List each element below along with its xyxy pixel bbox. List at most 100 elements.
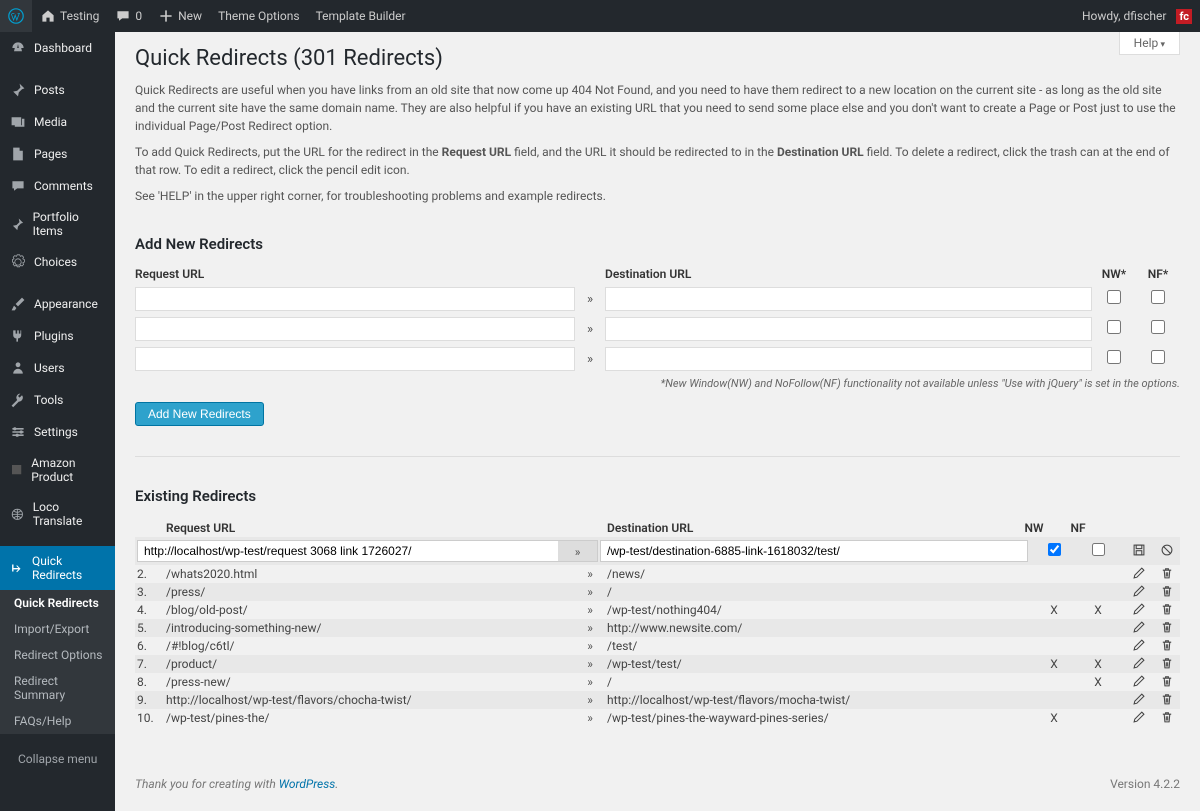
delete-icon[interactable] [1160, 710, 1174, 727]
row-nw: X [1032, 711, 1076, 725]
edit-icon[interactable] [1132, 620, 1146, 637]
existing-heading: Existing Redirects [135, 487, 1180, 505]
destination-input[interactable] [605, 347, 1092, 371]
sliders-icon [10, 424, 26, 440]
edit-icon[interactable] [1132, 638, 1146, 655]
nw-checkbox[interactable] [1107, 290, 1121, 304]
menu-item-posts[interactable]: Posts [0, 74, 115, 106]
edit-nw-checkbox[interactable] [1048, 543, 1061, 556]
edit-icon[interactable] [1132, 566, 1146, 583]
edit-icon[interactable] [1132, 602, 1146, 619]
redirect-icon [10, 560, 24, 576]
row-request: /blog/old-post/ [160, 603, 575, 617]
menu-item-media[interactable]: Media [0, 106, 115, 138]
submenu-import-export[interactable]: Import/Export [0, 616, 115, 642]
gear-icon [10, 254, 26, 270]
edit-icon[interactable] [1132, 710, 1146, 727]
arrow-icon: » [558, 540, 598, 562]
edit-destination-input[interactable] [600, 540, 1028, 562]
howdy-user[interactable]: Howdy, dfischerfc [1074, 0, 1200, 32]
submenu-redirect-summary[interactable]: Redirect Summary [0, 668, 115, 708]
destination-input[interactable] [605, 287, 1092, 311]
row-request: /press-new/ [160, 675, 575, 689]
delete-icon[interactable] [1160, 638, 1174, 655]
menu-item-dashboard[interactable]: Dashboard [0, 32, 115, 64]
delete-icon[interactable] [1160, 674, 1174, 691]
help-tab[interactable]: Help [1119, 32, 1180, 55]
menu-item-portfolio-items[interactable]: Portfolio Items [0, 202, 115, 246]
request-input[interactable] [135, 347, 575, 371]
edit-icon[interactable] [1132, 584, 1146, 601]
arrow-icon: » [575, 322, 605, 337]
edit-icon[interactable] [1132, 692, 1146, 709]
row-destination: /wp-test/pines-the-wayward-pines-series/ [605, 711, 1032, 725]
wrench-icon [10, 392, 26, 408]
edit-icon[interactable] [1132, 674, 1146, 691]
separator [135, 456, 1180, 457]
nw-checkbox[interactable] [1107, 320, 1121, 334]
arrow-icon: » [575, 567, 605, 581]
row-nw: X [1032, 657, 1076, 671]
submenu-quick-redirects[interactable]: Quick Redirects [0, 590, 115, 616]
table-row: 7./product/»/wp-test/test/XX [135, 655, 1180, 673]
menu-item-plugins[interactable]: Plugins [0, 320, 115, 352]
page-icon [10, 146, 26, 162]
nw-checkbox[interactable] [1107, 350, 1121, 364]
wordpress-link[interactable]: WordPress [279, 777, 336, 791]
wp-logo[interactable] [0, 0, 32, 32]
request-input[interactable] [135, 317, 575, 341]
menu-item-appearance[interactable]: Appearance [0, 288, 115, 320]
menu-item-users[interactable]: Users [0, 352, 115, 384]
menu-item-amazon-product[interactable]: Amazon Product [0, 448, 115, 492]
table-row: 4./blog/old-post/»/wp-test/nothing404/XX [135, 601, 1180, 619]
menu-item-settings[interactable]: Settings [0, 416, 115, 448]
menu-item-comments[interactable]: Comments [0, 170, 115, 202]
menu-item-loco-translate[interactable]: Loco Translate [0, 492, 115, 536]
delete-icon[interactable] [1160, 602, 1174, 619]
destination-input[interactable] [605, 317, 1092, 341]
nf-checkbox[interactable] [1151, 350, 1165, 364]
menu-item-choices[interactable]: Choices [0, 246, 115, 278]
submenu-redirect-options[interactable]: Redirect Options [0, 642, 115, 668]
menu-item-pages[interactable]: Pages [0, 138, 115, 170]
arrow-icon: » [575, 675, 605, 689]
comment-icon [115, 8, 131, 24]
new-content[interactable]: New [150, 0, 210, 32]
delete-icon[interactable] [1160, 584, 1174, 601]
nf-checkbox[interactable] [1151, 290, 1165, 304]
col-destination-label: Destination URL [605, 267, 1092, 281]
cancel-icon[interactable] [1160, 543, 1174, 560]
row-destination: /wp-test/nothing404/ [605, 603, 1032, 617]
ex-col-destination: Destination URL [605, 521, 1012, 535]
col-request-label: Request URL [135, 267, 575, 281]
menu-item-quick-redirects[interactable]: Quick Redirects [0, 546, 115, 590]
delete-icon[interactable] [1160, 692, 1174, 709]
delete-icon[interactable] [1160, 566, 1174, 583]
collapse-menu[interactable]: Collapse menu [0, 744, 115, 774]
ex-col-request: Request URL [160, 521, 575, 535]
admin-bar: Testing 0 New Theme Options Template Bui… [0, 0, 1200, 32]
site-name[interactable]: Testing [32, 0, 107, 32]
add-new-redirects-button[interactable]: Add New Redirects [135, 402, 264, 426]
row-request: /press/ [160, 585, 575, 599]
row-destination: /test/ [605, 639, 1032, 653]
submenu-faqs-help[interactable]: FAQs/Help [0, 708, 115, 734]
add-row: » [135, 317, 1180, 341]
table-row: 10./wp-test/pines-the/»/wp-test/pines-th… [135, 709, 1180, 727]
delete-icon[interactable] [1160, 656, 1174, 673]
template-builder[interactable]: Template Builder [308, 0, 414, 32]
edit-nf-checkbox[interactable] [1092, 543, 1105, 556]
row-nw: X [1032, 603, 1076, 617]
arrow-icon: » [575, 585, 605, 599]
comments-link[interactable]: 0 [107, 0, 150, 32]
request-input[interactable] [135, 287, 575, 311]
edit-request-input[interactable] [137, 540, 560, 562]
edit-icon[interactable] [1132, 656, 1146, 673]
nf-checkbox[interactable] [1151, 320, 1165, 334]
theme-options[interactable]: Theme Options [210, 0, 308, 32]
add-row: » [135, 347, 1180, 371]
save-icon[interactable] [1132, 543, 1146, 560]
admin-menu: Dashboard PostsMediaPagesCommentsPortfoli… [0, 32, 115, 811]
delete-icon[interactable] [1160, 620, 1174, 637]
menu-item-tools[interactable]: Tools [0, 384, 115, 416]
